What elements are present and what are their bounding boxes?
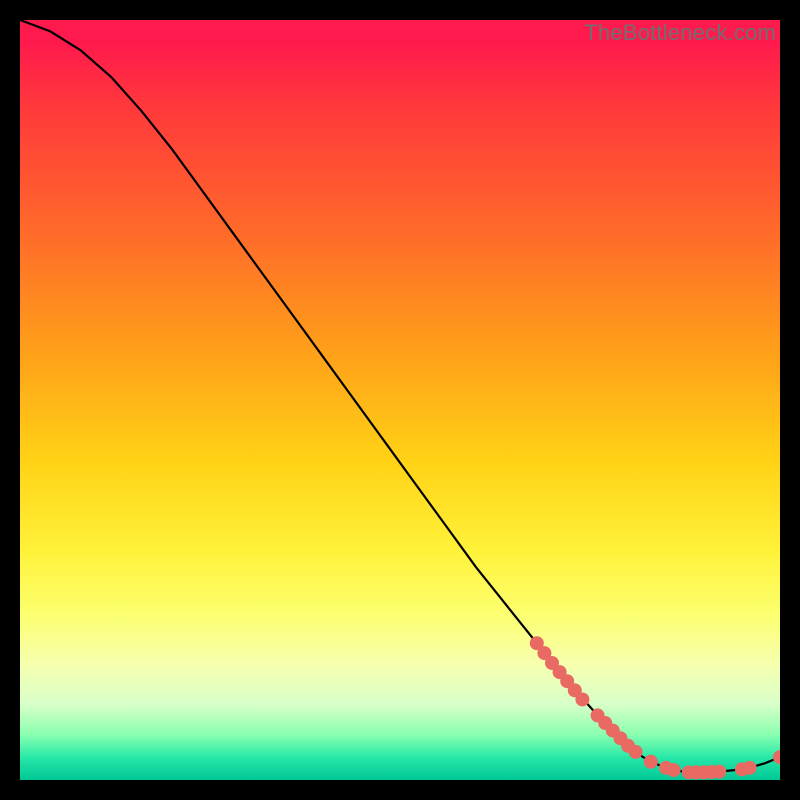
watermark-label: TheBottleneck.com	[584, 20, 776, 46]
highlighted-points-group	[530, 637, 780, 779]
highlighted-point	[774, 751, 781, 764]
highlighted-point	[629, 745, 642, 758]
highlighted-point	[713, 765, 726, 778]
chart-plot	[20, 20, 780, 780]
highlighted-point	[644, 755, 657, 768]
bottleneck-curve	[20, 20, 780, 772]
highlighted-point	[667, 764, 680, 777]
highlighted-point	[743, 761, 756, 774]
chart-frame: TheBottleneck.com	[20, 20, 780, 780]
highlighted-point	[576, 693, 589, 706]
